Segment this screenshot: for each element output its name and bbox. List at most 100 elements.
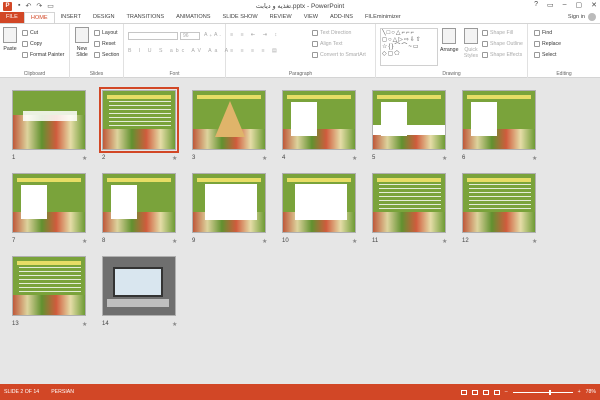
- slide-thumbnail[interactable]: [372, 90, 446, 150]
- slide-thumbnail[interactable]: [102, 256, 176, 316]
- help-icon[interactable]: ?: [534, 1, 538, 9]
- tab-insert[interactable]: INSERT: [55, 12, 87, 23]
- text-direction-button[interactable]: Text Direction: [312, 30, 351, 36]
- cut-button[interactable]: Cut: [22, 30, 38, 36]
- sign-in[interactable]: Sign in: [568, 13, 596, 21]
- section-icon: [94, 52, 100, 58]
- sign-in-label[interactable]: Sign in: [568, 14, 585, 20]
- new-slide-button[interactable]: New Slide: [73, 27, 91, 58]
- tab-transitions[interactable]: TRANSITIONS: [120, 12, 170, 23]
- slide-transition-icon[interactable]: ★: [532, 155, 537, 162]
- zoom-slider[interactable]: [512, 389, 573, 395]
- layout-button[interactable]: Layout: [94, 30, 118, 36]
- slide-transition-icon[interactable]: ★: [172, 238, 177, 245]
- slide-thumbnail[interactable]: [282, 173, 356, 233]
- start-from-beginning-icon[interactable]: ▭: [47, 2, 54, 10]
- copy-button[interactable]: Copy: [22, 41, 42, 47]
- shapes-gallery[interactable]: ╲□○△⌐⌐⌐ ◻○△▷⇨⇩⇧ ☆{}⌒⌒~▭ ◇▢⬠: [380, 28, 438, 66]
- slideshow-view-icon[interactable]: [493, 389, 500, 395]
- tab-fileminimizer[interactable]: FILEminimizer: [359, 12, 407, 23]
- undo-icon[interactable]: ↶: [25, 2, 31, 10]
- reset-button[interactable]: Reset: [94, 41, 116, 47]
- slide-transition-icon[interactable]: ★: [82, 155, 87, 162]
- slide-transition-icon[interactable]: ★: [442, 238, 447, 245]
- shape-effects-button[interactable]: Shape Effects: [482, 52, 522, 58]
- save-icon[interactable]: ▪: [18, 2, 20, 10]
- zoom-in-icon[interactable]: +: [578, 389, 581, 395]
- reading-view-icon[interactable]: [482, 389, 489, 395]
- section-button[interactable]: Section: [94, 52, 119, 58]
- shape-outline-button[interactable]: Shape Outline: [482, 41, 523, 47]
- slide-thumbnail[interactable]: [12, 90, 86, 150]
- editing-group: Find Replace Select Editing: [528, 24, 600, 78]
- select-button[interactable]: Select: [534, 52, 556, 58]
- minimize-icon[interactable]: –: [563, 1, 567, 9]
- tab-review[interactable]: REVIEW: [264, 12, 298, 23]
- shape-fill-button[interactable]: Shape Fill: [482, 30, 513, 36]
- increase-font-size-button[interactable]: A +: [204, 32, 212, 38]
- find-button[interactable]: Find: [534, 30, 552, 36]
- slide-transition-icon[interactable]: ★: [442, 155, 447, 162]
- select-icon: [534, 52, 540, 58]
- quick-styles-button[interactable]: Quick Styles: [462, 28, 480, 59]
- shape-effects-icon: [482, 52, 488, 58]
- tab-home[interactable]: HOME: [23, 12, 55, 23]
- decrease-font-size-button[interactable]: A-: [214, 32, 221, 38]
- arrange-button[interactable]: Arrange: [440, 28, 458, 53]
- slide-thumbnail[interactable]: [462, 90, 536, 150]
- paste-button[interactable]: Paste: [3, 27, 17, 52]
- slide-thumbnail[interactable]: [192, 173, 266, 233]
- slide-thumbnail[interactable]: [12, 173, 86, 233]
- slide-transition-icon[interactable]: ★: [352, 238, 357, 245]
- avatar-icon[interactable]: [588, 13, 596, 21]
- slide-transition-icon[interactable]: ★: [352, 155, 357, 162]
- align-text-button[interactable]: Align Text: [312, 41, 342, 47]
- slide-transition-icon[interactable]: ★: [172, 321, 177, 328]
- tab-file[interactable]: FILE: [0, 12, 24, 23]
- normal-view-icon[interactable]: [460, 389, 467, 395]
- tab-slide-show[interactable]: SLIDE SHOW: [217, 12, 264, 23]
- slide-thumbnail[interactable]: [192, 90, 266, 150]
- maximize-icon[interactable]: ▢: [576, 1, 583, 9]
- slide-transition-icon[interactable]: ★: [172, 155, 177, 162]
- tab-animations[interactable]: ANIMATIONS: [170, 12, 216, 23]
- slide-sorter: 1 ★ 2 ★ 3 ★ 4 ★ 5 ★ 6 ★ 7 ★ 8 ★ 9 ★ 10 ★ 11 ★ 12 ★ 13 ★ 14 ★: [0, 78, 600, 384]
- ribbon-display-options-icon[interactable]: ▭: [547, 1, 554, 9]
- slide-thumbnail[interactable]: [462, 173, 536, 233]
- drawing-group: ╲□○△⌐⌐⌐ ◻○△▷⇨⇩⇧ ☆{}⌒⌒~▭ ◇▢⬠ Arrange Quic…: [376, 24, 528, 78]
- powerpoint-app-icon[interactable]: P: [3, 1, 12, 11]
- text-direction-icon: [312, 30, 318, 36]
- slide-sorter-view-icon[interactable]: [471, 389, 478, 395]
- align-buttons[interactable]: ≡ ≡ ≡ ≡ ▤: [230, 48, 280, 54]
- font-name-input[interactable]: [128, 32, 178, 40]
- font-size-input[interactable]: 96: [180, 32, 200, 40]
- slide-number: 12: [462, 238, 469, 244]
- slide-transition-icon[interactable]: ★: [82, 238, 87, 245]
- font-group: 96 A + A- B I U S abc AV Aa A Font: [124, 24, 228, 78]
- slide-transition-icon[interactable]: ★: [262, 238, 267, 245]
- smartart-icon: [312, 52, 318, 58]
- slide-transition-icon[interactable]: ★: [262, 155, 267, 162]
- tab-view[interactable]: VIEW: [298, 12, 324, 23]
- redo-icon[interactable]: ↷: [36, 2, 42, 10]
- slide-thumbnail[interactable]: [282, 90, 356, 150]
- zoom-level[interactable]: 78%: [586, 389, 596, 395]
- tab-add-ins[interactable]: ADD-INS: [324, 12, 359, 23]
- slide-transition-icon[interactable]: ★: [82, 321, 87, 328]
- tab-design[interactable]: DESIGN: [87, 12, 120, 23]
- replace-button[interactable]: Replace: [534, 41, 561, 47]
- slide-thumbnail[interactable]: [12, 256, 86, 316]
- slides-group: New Slide Layout Reset Section Slides: [70, 24, 124, 78]
- format-painter-button[interactable]: Format Painter: [22, 52, 64, 58]
- slide-thumbnail[interactable]: [99, 87, 179, 153]
- close-icon[interactable]: ✕: [591, 1, 597, 9]
- slide-transition-icon[interactable]: ★: [532, 238, 537, 245]
- slide-thumbnail[interactable]: [372, 173, 446, 233]
- slide-number: 1: [12, 155, 16, 161]
- list-buttons[interactable]: ≡ ≡ ⇤ ⇥ ↕: [230, 32, 280, 38]
- font-format-buttons[interactable]: B I U S abc AV Aa A: [128, 48, 231, 54]
- convert-smartart-button[interactable]: Convert to SmartArt: [312, 52, 366, 58]
- zoom-out-icon[interactable]: –: [505, 389, 508, 395]
- language-indicator[interactable]: PERSIAN: [51, 389, 74, 395]
- slide-thumbnail[interactable]: [102, 173, 176, 233]
